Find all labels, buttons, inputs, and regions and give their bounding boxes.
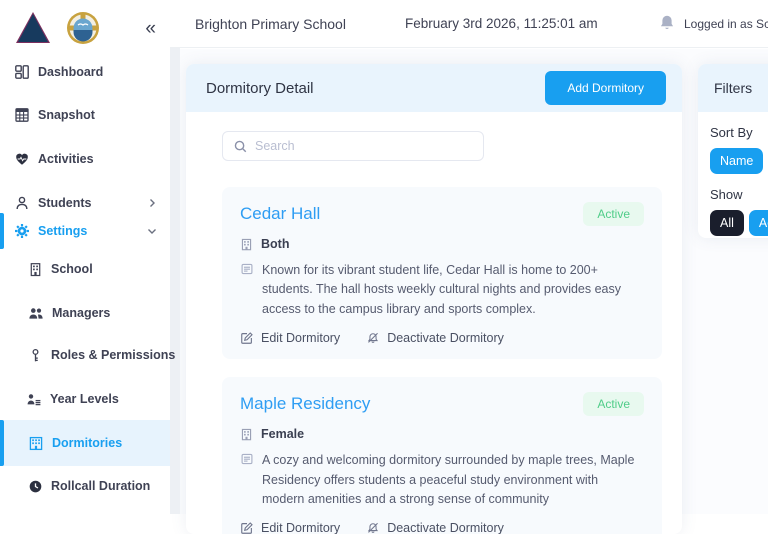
edit-dormitory-label: Edit Dormitory <box>261 521 340 534</box>
dormitory-detail-panel: Dormitory Detail Add Dormitory Cedar Hal… <box>186 64 682 534</box>
search-box[interactable] <box>222 131 484 161</box>
sidebar-item-snapshot[interactable]: Snapshot <box>0 103 170 127</box>
dormitory-gender: Both <box>261 237 289 251</box>
bell-slash-icon <box>366 521 380 534</box>
top-header: Brighton Primary School February 3rd 202… <box>170 0 768 48</box>
sidebar-item-managers[interactable]: Managers <box>0 301 170 325</box>
dormitory-description: A cozy and welcoming dormitory surrounde… <box>262 451 640 509</box>
logo-row: « <box>14 8 156 48</box>
header-datetime: February 3rd 2026, 11:25:01 am <box>405 16 598 31</box>
deactivate-dormitory-action[interactable]: Deactivate Dormitory <box>366 521 504 534</box>
sidebar-item-activities[interactable]: Activities <box>0 147 170 171</box>
school-crest-logo <box>66 11 100 45</box>
dormitory-name: Maple Residency <box>240 394 370 414</box>
edit-dormitory-action[interactable]: Edit Dormitory <box>240 521 340 534</box>
filters-panel: Filters Sort By Name Show All Active <box>698 64 768 238</box>
clock-icon <box>28 479 43 494</box>
logged-in-text: Logged in as Scho <box>684 17 768 31</box>
status-badge: Active <box>583 392 644 416</box>
show-options-row: All Active <box>710 210 768 236</box>
search-icon <box>233 139 248 154</box>
notifications-bell-icon[interactable] <box>658 14 676 32</box>
sidebar-item-label: Dormitories <box>52 436 122 450</box>
show-option-all-button[interactable]: All <box>710 210 744 236</box>
sidebar-item-roles-permissions[interactable]: Roles & Permissions <box>0 343 170 367</box>
activities-heart-icon <box>14 151 30 167</box>
filters-title: Filters <box>714 80 752 96</box>
show-label: Show <box>710 187 768 202</box>
students-icon <box>14 195 30 211</box>
sidebar-item-settings[interactable]: Settings <box>0 219 170 243</box>
sidebar-item-students[interactable]: Students <box>0 191 170 215</box>
sidebar-scrollbar[interactable] <box>170 48 180 514</box>
sidebar-item-label: Roles & Permissions <box>51 348 175 362</box>
sidebar-item-school[interactable]: School <box>0 257 170 281</box>
sidebar-item-label: Dashboard <box>38 65 103 79</box>
building-icon <box>240 238 253 251</box>
key-icon <box>28 348 43 363</box>
deactivate-dormitory-action[interactable]: Deactivate Dormitory <box>366 331 504 345</box>
chevron-down-icon <box>146 225 158 237</box>
school-name: Brighton Primary School <box>195 16 346 32</box>
sort-options-row: Name <box>710 148 768 174</box>
edit-icon <box>240 521 254 534</box>
sidebar-item-dormitories[interactable]: Dormitories <box>0 431 170 455</box>
status-badge: Active <box>583 202 644 226</box>
deactivate-dormitory-label: Deactivate Dormitory <box>387 521 504 534</box>
edit-dormitory-label: Edit Dormitory <box>261 331 340 345</box>
deactivate-dormitory-label: Deactivate Dormitory <box>387 331 504 345</box>
edit-dormitory-action[interactable]: Edit Dormitory <box>240 331 340 345</box>
sidebar-item-label: Snapshot <box>38 108 95 122</box>
chevron-right-icon <box>146 197 158 209</box>
sort-option-name-button[interactable]: Name <box>710 148 763 174</box>
dormitory-description: Known for its vibrant student life, Ceda… <box>262 261 640 319</box>
dormitory-gender: Female <box>261 427 304 441</box>
dormitory-building-icon <box>28 435 44 451</box>
settings-gear-icon <box>14 223 30 239</box>
dormitory-card: Maple Residency Active Female A cozy and… <box>222 377 662 534</box>
sidebar-item-label: Settings <box>38 224 87 238</box>
add-dormitory-button[interactable]: Add Dormitory <box>545 71 666 105</box>
dormitory-card: Cedar Hall Active Both Known for its vib… <box>222 187 662 359</box>
filters-header: Filters <box>698 64 768 112</box>
dormitory-name: Cedar Hall <box>240 204 320 224</box>
sidebar-item-year-levels[interactable]: Year Levels <box>0 387 170 411</box>
description-note-icon <box>240 451 254 466</box>
sidebar-item-label: School <box>51 262 93 276</box>
search-input[interactable] <box>255 139 473 153</box>
sidebar-item-rollcall-duration[interactable]: Rollcall Duration <box>0 474 170 498</box>
sort-by-label: Sort By <box>710 125 768 140</box>
school-building-icon <box>28 262 43 277</box>
description-note-icon <box>240 261 254 276</box>
show-option-active-button[interactable]: Active <box>749 210 768 236</box>
snapshot-icon <box>14 107 30 123</box>
sidebar: « Dashboard Snapshot <box>0 0 170 514</box>
managers-icon <box>28 305 44 321</box>
collapse-sidebar-icon[interactable]: « <box>145 19 156 38</box>
sidebar-item-label: Activities <box>38 152 94 166</box>
dashboard-icon <box>14 64 30 80</box>
year-levels-icon <box>26 391 42 407</box>
sidebar-item-label: Students <box>38 196 91 210</box>
edit-icon <box>240 331 254 345</box>
panel-title: Dormitory Detail <box>206 80 314 97</box>
building-icon <box>240 428 253 441</box>
dormitory-detail-header: Dormitory Detail Add Dormitory <box>186 64 682 112</box>
sidebar-item-label: Managers <box>52 306 110 320</box>
sidebar-item-label: Rollcall Duration <box>51 479 150 493</box>
sidebar-item-label: Year Levels <box>50 392 119 406</box>
triangle-logo <box>14 10 52 46</box>
bell-slash-icon <box>366 331 380 345</box>
sidebar-item-dashboard[interactable]: Dashboard <box>0 60 170 84</box>
